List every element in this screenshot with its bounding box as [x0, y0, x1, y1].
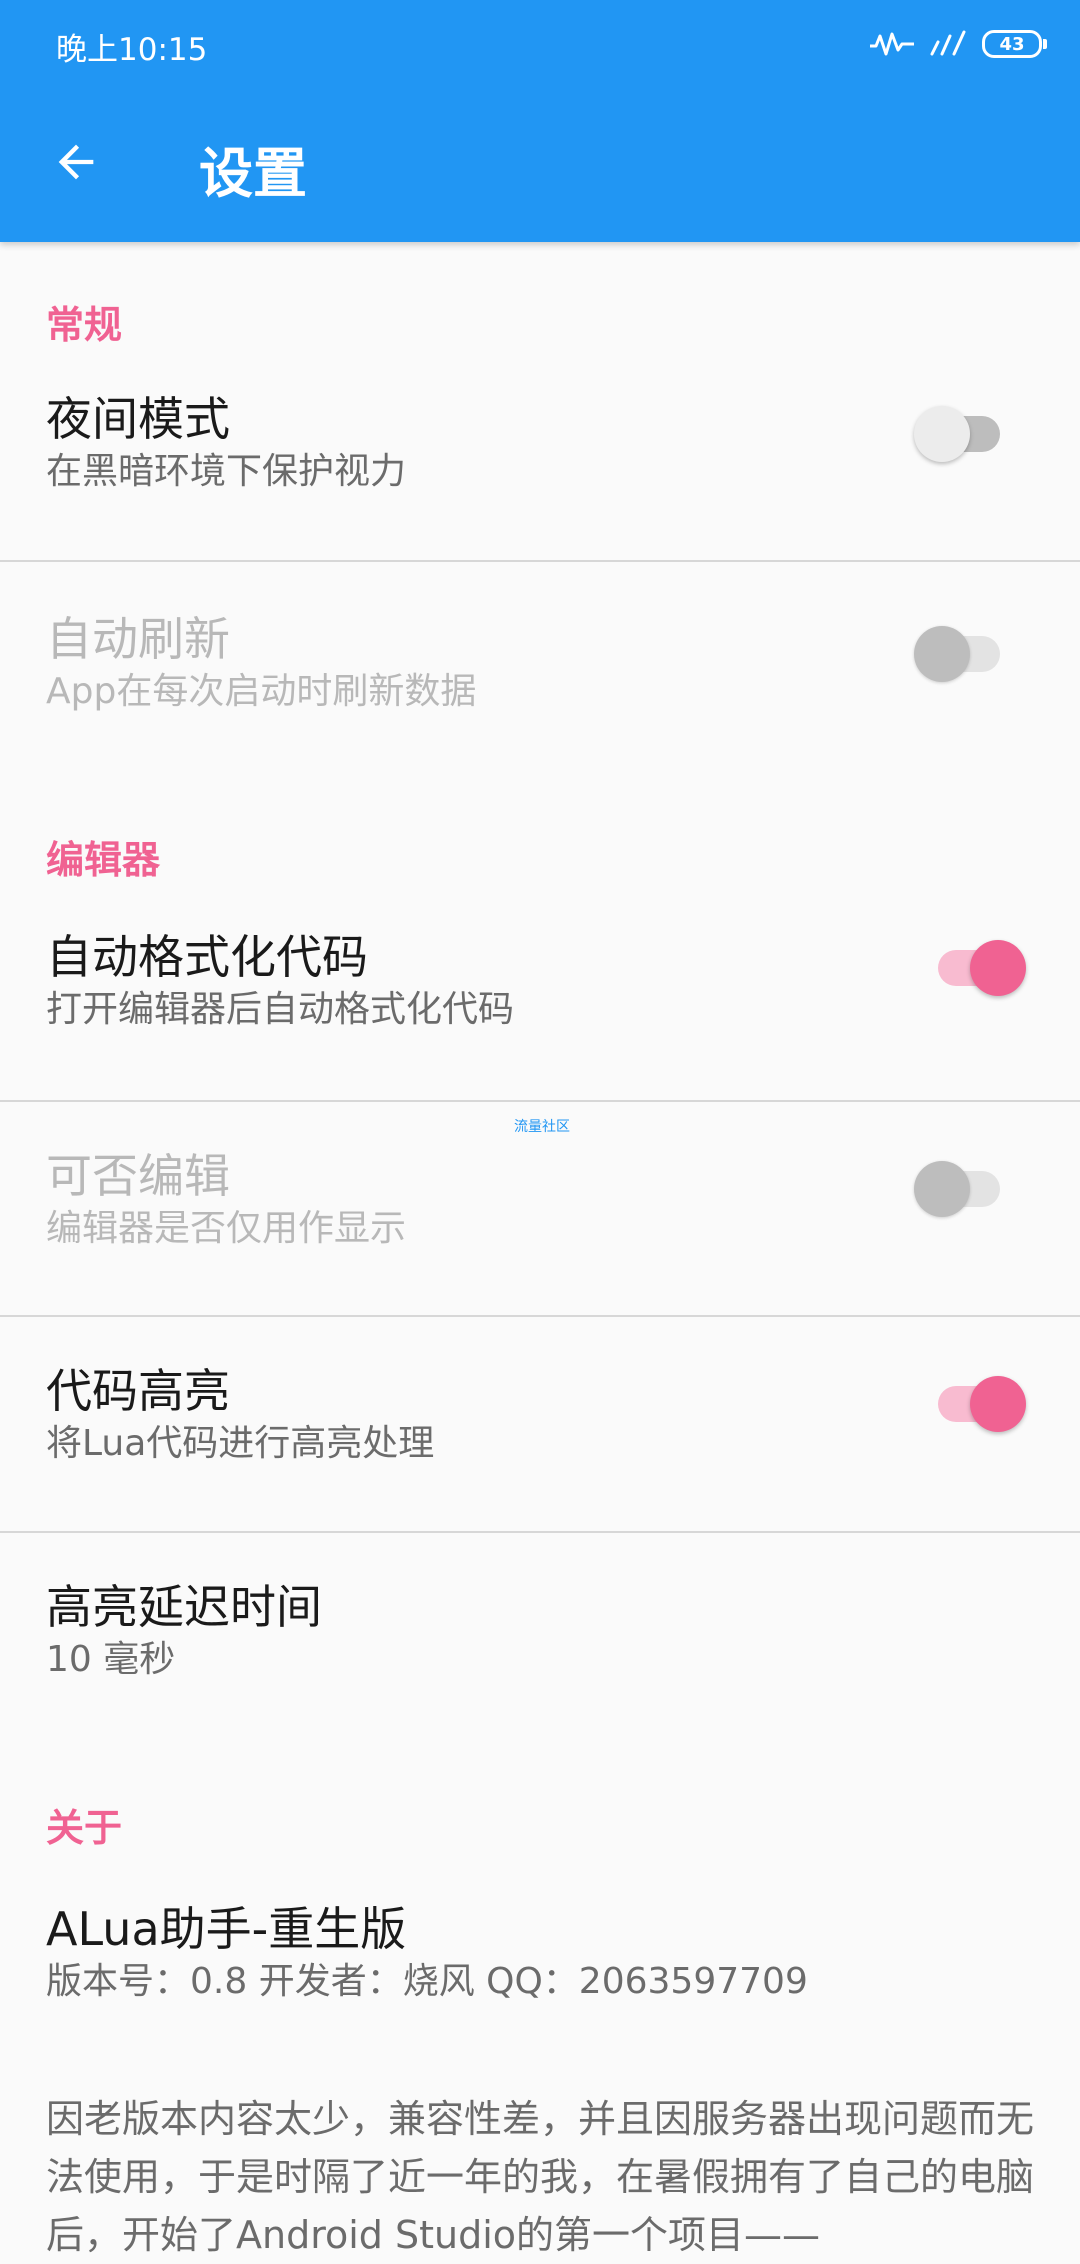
about-app-title: ALua助手-重生版 — [46, 1902, 407, 1956]
setting-auto-format[interactable]: 自动格式化代码 打开编辑器后自动格式化代码 — [0, 930, 1080, 1140]
setting-summary: 打开编辑器后自动格式化代码 — [46, 989, 515, 1030]
divider — [0, 1531, 1080, 1533]
setting-summary: App在每次启动时刷新数据 — [46, 671, 477, 712]
setting-summary: 10 毫秒 — [46, 1639, 176, 1680]
setting-title: 自动刷新 — [46, 612, 230, 666]
switch-thumb — [914, 406, 970, 462]
auto-format-switch[interactable] — [920, 938, 1026, 998]
switch-thumb — [914, 626, 970, 682]
setting-title: 自动格式化代码 — [46, 930, 368, 984]
app-bar: 晚上10:15 43 设置 — [0, 0, 1080, 242]
watermark: 流量社区 — [514, 1119, 570, 1135]
section-header-editor: 编辑器 — [46, 838, 161, 882]
auto-refresh-switch[interactable] — [914, 624, 1004, 684]
section-header-about: 关于 — [46, 1806, 123, 1850]
setting-title: 高亮延迟时间 — [46, 1580, 322, 1634]
highlight-switch[interactable] — [920, 1374, 1026, 1434]
setting-night-mode[interactable]: 夜间模式 在黑暗环境下保护视力 — [0, 392, 1080, 602]
setting-summary: 将Lua代码进行高亮处理 — [46, 1423, 435, 1464]
signal-bars-icon — [930, 30, 966, 56]
about-app[interactable]: ALua助手-重生版 版本号：0.8 开发者：烧风 QQ：2063597709 — [0, 1902, 1080, 2112]
about-description: 因老版本内容太少，兼容性差，并且因服务器出现问题而无法使用，于是时隔了近一年的我… — [46, 2097, 1035, 2257]
status-icons: 43 — [868, 24, 1047, 64]
switch-thumb — [914, 1161, 970, 1217]
setting-auto-refresh[interactable]: 自动刷新 App在每次启动时刷新数据 — [0, 612, 1080, 822]
divider — [0, 560, 1080, 562]
page-title: 设置 — [199, 142, 307, 205]
editable-switch[interactable] — [914, 1159, 1004, 1219]
setting-summary: 编辑器是否仅用作显示 — [46, 1208, 407, 1249]
divider — [0, 1315, 1080, 1317]
signal-wave-icon — [870, 32, 914, 56]
battery-icon: 43 — [982, 30, 1047, 58]
divider — [0, 1100, 1080, 1102]
setting-title: 代码高亮 — [46, 1364, 230, 1418]
setting-highlight-delay[interactable]: 高亮延迟时间 10 毫秒 — [0, 1580, 1080, 1790]
section-header-general: 常规 — [46, 303, 123, 347]
status-time: 晚上10:15 — [56, 32, 208, 68]
setting-title: 可否编辑 — [46, 1149, 230, 1203]
setting-summary: 在黑暗环境下保护视力 — [46, 451, 407, 492]
switch-thumb — [970, 1376, 1026, 1432]
back-button[interactable] — [40, 126, 112, 198]
setting-highlight[interactable]: 代码高亮 将Lua代码进行高亮处理 — [0, 1364, 1080, 1574]
setting-editable[interactable]: 可否编辑 编辑器是否仅用作显示 — [0, 1149, 1080, 1359]
about-app-summary: 版本号：0.8 开发者：烧风 QQ：2063597709 — [46, 1961, 808, 2002]
switch-thumb — [970, 940, 1026, 996]
setting-title: 夜间模式 — [46, 392, 230, 446]
night-mode-switch[interactable] — [914, 404, 1004, 464]
arrow-back-icon — [58, 144, 94, 180]
battery-level: 43 — [999, 33, 1025, 55]
